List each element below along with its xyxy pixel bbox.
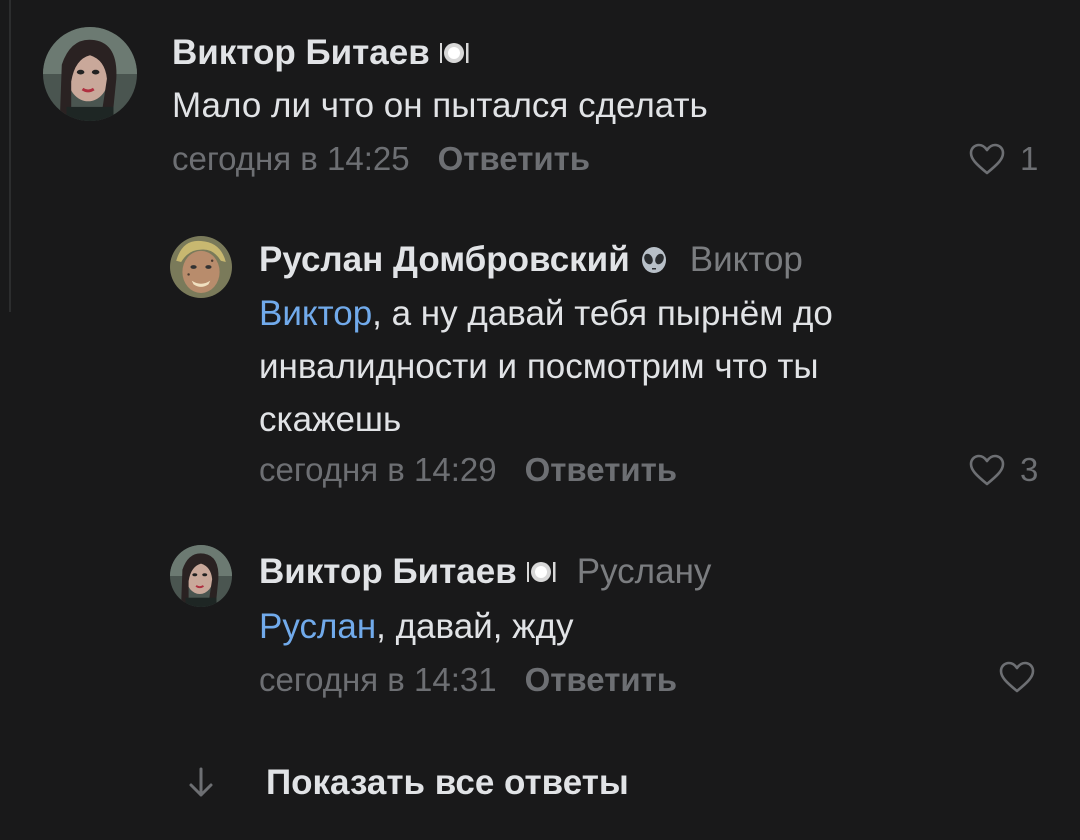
heart-icon — [969, 454, 1005, 486]
like-button[interactable]: 3 — [968, 450, 1038, 490]
show-all-label: Показать все ответы — [266, 763, 629, 802]
reply-button[interactable]: Ответить — [525, 451, 678, 488]
comments-page: Виктор Битаев Мало ли что он пытался сде… — [0, 0, 1080, 840]
reply-button[interactable]: Ответить — [438, 140, 591, 177]
comment-meta: сегодня в 14:29 Ответить — [259, 450, 677, 490]
reply-to-name[interactable]: Виктор — [690, 240, 803, 280]
avatar[interactable] — [43, 27, 137, 121]
comment-time: сегодня в 14:31 — [259, 661, 497, 698]
comment-header: Виктор Битаев — [172, 33, 470, 73]
like-button[interactable] — [998, 660, 1036, 694]
author-name[interactable]: Руслан Домбровский — [259, 240, 630, 280]
author-name[interactable]: Виктор Битаев — [172, 33, 430, 73]
avatar[interactable] — [170, 236, 232, 298]
comment-text: Виктор, а ну давай тебя пырнём до инвали… — [259, 294, 833, 439]
thread-divider — [9, 0, 11, 312]
show-all-replies-button[interactable]: Показать все ответы — [186, 758, 629, 808]
comment-time: сегодня в 14:25 — [172, 140, 410, 177]
arrow-down-icon — [189, 767, 213, 797]
like-count: 3 — [1020, 451, 1039, 488]
heart-icon — [969, 143, 1005, 175]
mention-link[interactable]: Руслан — [259, 607, 376, 646]
like-button[interactable]: 1 — [968, 139, 1038, 179]
comment-text: Руслан, давай, жду — [259, 607, 574, 646]
like-count: 1 — [1020, 140, 1039, 177]
comment-meta: сегодня в 14:25 Ответить — [172, 139, 590, 179]
comment-header: Руслан Домбровский Виктор — [259, 240, 803, 280]
reply-to-name[interactable]: Руслану — [577, 552, 712, 592]
avatar[interactable] — [170, 545, 232, 607]
comment-meta: сегодня в 14:31 Ответить — [259, 660, 677, 700]
mention-link[interactable]: Виктор — [259, 294, 372, 333]
plate-cutlery-icon — [525, 556, 557, 588]
plate-cutlery-icon — [438, 37, 470, 69]
reply-button[interactable]: Ответить — [525, 661, 678, 698]
heart-icon — [999, 661, 1035, 693]
comment-time: сегодня в 14:29 — [259, 451, 497, 488]
comment-text: Мало ли что он пытался сделать — [172, 86, 708, 125]
alien-icon — [638, 244, 670, 276]
author-name[interactable]: Виктор Битаев — [259, 552, 517, 592]
comment-header: Виктор Битаев Руслану — [259, 552, 711, 592]
